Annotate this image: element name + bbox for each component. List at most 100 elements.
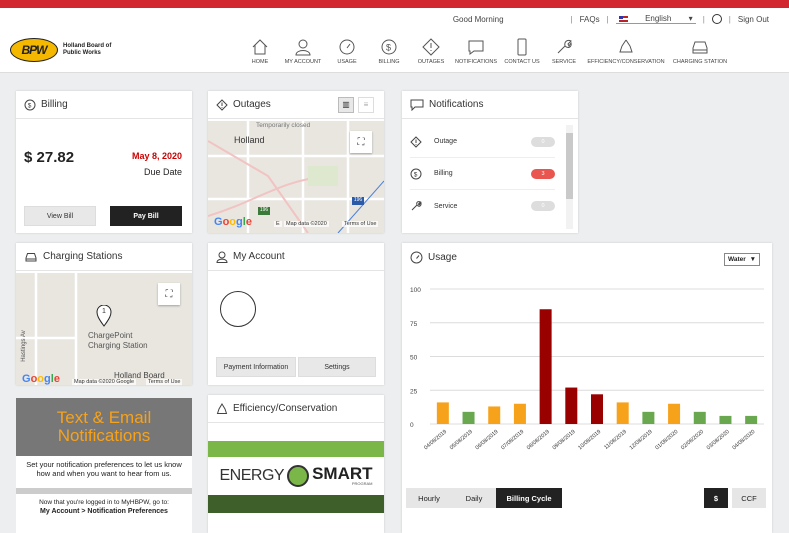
warning-icon <box>410 135 422 148</box>
notifications-promo-banner[interactable]: Text & Email Notifications Set your noti… <box>16 398 192 533</box>
map-data-note: Map data ©2020 Google <box>72 379 137 385</box>
chart-bar[interactable] <box>436 402 449 424</box>
language-select[interactable]: English ▾ <box>615 14 696 24</box>
site-header: Good Morning | FAQs | English ▾ | | Sign… <box>0 8 789 73</box>
tab-billing-cycle[interactable]: Billing Cycle <box>496 488 562 508</box>
nav-my-account[interactable]: MY ACCOUNT <box>280 35 326 65</box>
nav-label: USAGE <box>337 59 357 65</box>
top-accent-bar <box>0 0 789 8</box>
notif-row-service[interactable]: Service 0 <box>410 190 555 222</box>
charging-map[interactable]: Hastings Av ⛶ 1 ChargePoint Charging Sta… <box>16 273 192 385</box>
notif-count-badge: 0 <box>531 201 555 211</box>
x-tick-label: 05/08/2019 <box>449 429 474 451</box>
x-tick-label: 08/08/2019 <box>526 429 551 451</box>
scroll-thumb[interactable] <box>566 133 573 199</box>
outage-map[interactable]: Temporarily closed Holland ⛶ 196 196 Goo… <box>208 121 384 233</box>
card-title: My Account <box>233 251 285 262</box>
user-icon[interactable] <box>711 14 722 24</box>
chart-bar[interactable] <box>719 415 732 424</box>
card-header: My Account <box>208 243 384 271</box>
payment-information-button[interactable]: Payment Information <box>216 357 296 377</box>
chart-bar[interactable] <box>462 411 475 424</box>
nav-notifications[interactable]: NOTIFICATIONS <box>452 35 500 65</box>
view-bill-button[interactable]: View Bill <box>24 206 96 226</box>
fullscreen-icon[interactable]: ⛶ <box>158 283 180 305</box>
chart-bar[interactable] <box>513 403 526 424</box>
efficiency-card: Efficiency/Conservation ENERGY SMART PRO… <box>208 395 384 533</box>
nav-efficiency[interactable]: EFFICIENCY/CONSERVATION <box>584 35 668 65</box>
nav-label: CHARGING STATION <box>672 59 728 65</box>
promo-body: Set your notification preferences to let… <box>26 460 182 478</box>
y-tick-label: 50 <box>410 355 418 362</box>
due-date-label: Due Date <box>143 167 182 177</box>
promo-title-line2: Notifications <box>57 426 151 445</box>
chart-bar[interactable] <box>668 403 681 424</box>
settings-button[interactable]: Settings <box>298 357 376 377</box>
banner-stripe-bottom <box>208 495 384 513</box>
utility-links: Good Morning | FAQs | English ▾ | | Sign… <box>453 14 769 24</box>
x-tick-label: 06/08/2019 <box>475 429 500 451</box>
nav-home[interactable]: HOME <box>240 35 280 65</box>
car-icon <box>690 35 710 59</box>
avatar <box>220 291 256 327</box>
fullscreen-icon[interactable]: ⛶ <box>350 131 372 153</box>
promo-footer-line1: Now that you're logged in to MyHBPW, go … <box>39 499 169 506</box>
gauge-icon <box>338 35 356 59</box>
card-title: Charging Stations <box>43 251 123 262</box>
svg-text:$: $ <box>414 171 418 178</box>
chart-bar[interactable] <box>693 411 706 424</box>
sign-out-link[interactable]: Sign Out <box>738 15 769 24</box>
ccf-unit-button[interactable]: CCF <box>732 488 766 508</box>
nav-billing[interactable]: $ BILLING <box>368 35 410 65</box>
bpw-logo[interactable]: BPW Holland Board of Public Works <box>10 38 111 62</box>
notif-count-badge: 3 <box>531 168 555 179</box>
logo-mark: BPW <box>10 38 58 62</box>
nav-service[interactable]: SERVICE <box>544 35 584 65</box>
y-tick-label: 100 <box>410 287 421 294</box>
banner-stripe-top <box>208 441 384 457</box>
chart-bar[interactable] <box>488 406 501 424</box>
terms-link[interactable]: Terms of Use <box>342 221 379 227</box>
x-tick-label: 09/08/2019 <box>552 429 577 451</box>
nav-charging-station[interactable]: CHARGING STATION <box>668 35 732 65</box>
notif-row-outage[interactable]: Outage 0 <box>410 126 555 158</box>
notif-scrollbar[interactable] <box>566 125 573 229</box>
chart-bar[interactable] <box>745 415 758 424</box>
list-view-icon[interactable]: ≡ <box>358 96 374 113</box>
notif-row-billing[interactable]: $ Billing 3 <box>410 158 555 190</box>
divider: | <box>570 14 573 24</box>
wrench-icon <box>555 35 573 59</box>
pay-bill-button[interactable]: Pay Bill <box>110 206 182 226</box>
promo-header: Text & Email Notifications <box>16 398 192 456</box>
chart-bar[interactable] <box>565 387 578 424</box>
nav-label: BILLING <box>378 59 400 65</box>
nav-label: OUTAGES <box>417 59 445 65</box>
map-e-label: E <box>274 221 282 227</box>
tab-daily[interactable]: Daily <box>452 488 496 508</box>
nav-contact-us[interactable]: CONTACT US <box>500 35 544 65</box>
faqs-link[interactable]: FAQs <box>580 15 600 24</box>
dollar-icon: $ <box>410 168 422 179</box>
nav-usage[interactable]: USAGE <box>326 35 368 65</box>
chart-bar[interactable] <box>591 394 603 424</box>
terms-link[interactable]: Terms of Use <box>146 379 183 385</box>
map-view-icon[interactable]: ▥ <box>338 96 354 113</box>
energy-smart-banner[interactable]: ENERGY SMART PROGRAM <box>208 441 384 513</box>
tab-hourly[interactable]: Hourly <box>406 488 452 508</box>
gauge-icon <box>410 251 423 263</box>
notif-label: Outage <box>434 138 457 145</box>
map-pin-number: 1 <box>102 308 106 315</box>
dollar-unit-button[interactable]: $ <box>704 488 728 508</box>
nav-outages[interactable]: OUTAGES <box>410 35 452 65</box>
chart-bar[interactable] <box>616 402 629 424</box>
chart-bar[interactable] <box>642 411 655 424</box>
logo-text-line2: Public Works <box>63 50 101 56</box>
logo-text: Holland Board of Public Works <box>63 43 111 57</box>
card-title: Billing <box>41 99 68 110</box>
recycle-icon <box>216 402 228 414</box>
card-title: Notifications <box>429 99 484 110</box>
google-logo: Google <box>214 216 252 228</box>
x-tick-label: 07/08/2019 <box>500 429 525 451</box>
utility-select[interactable]: Water ▼ <box>724 253 760 266</box>
chart-bar[interactable] <box>539 309 552 424</box>
